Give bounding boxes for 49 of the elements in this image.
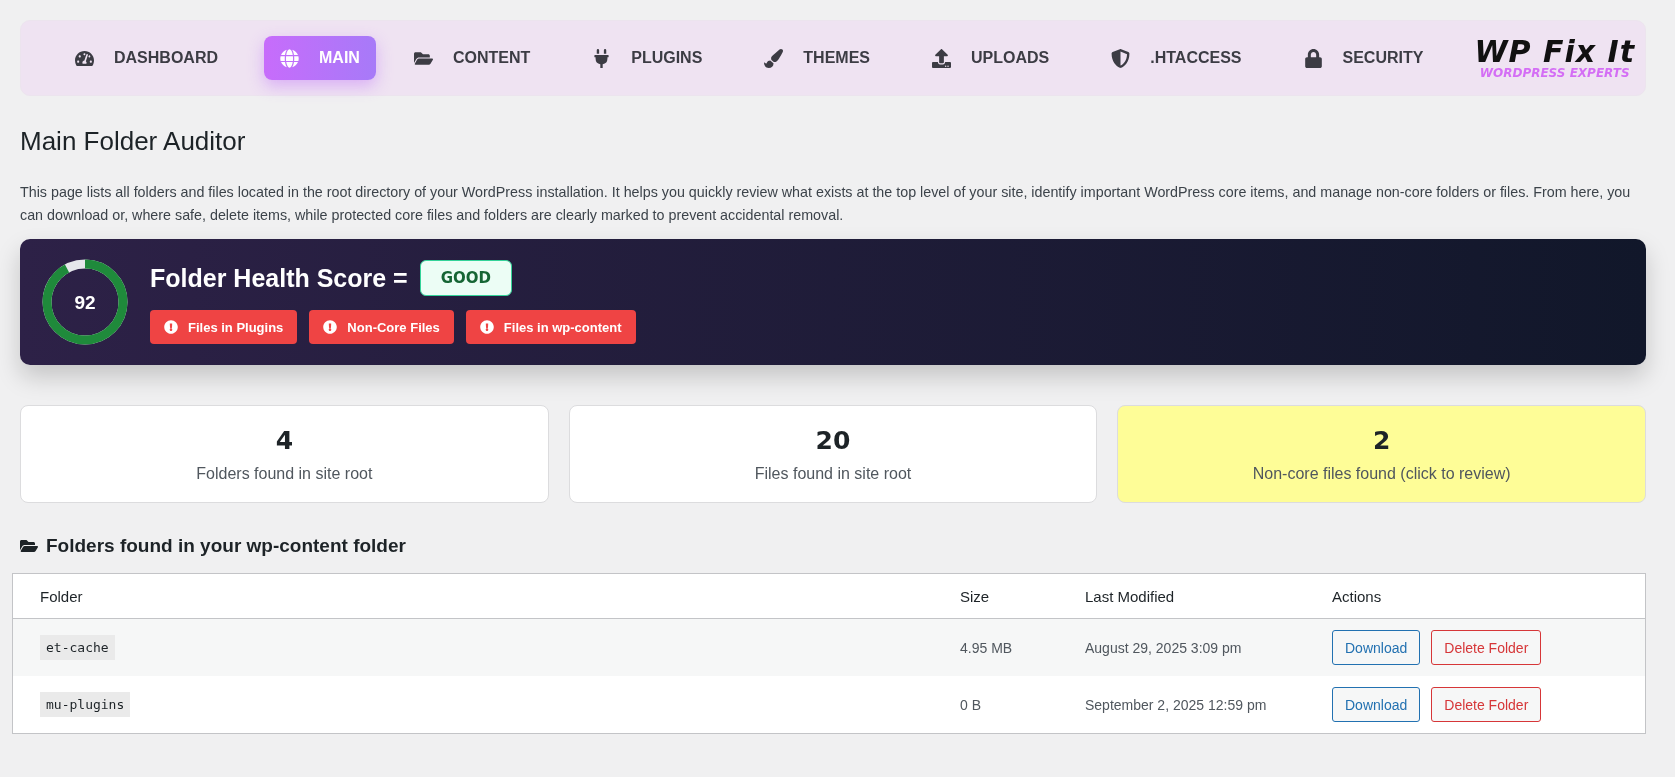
- globe-icon: [280, 48, 299, 68]
- plug-icon: [592, 48, 612, 68]
- delete-button[interactable]: Delete Folder: [1431, 687, 1542, 722]
- date-cell-text: September 2, 2025 12:59 pm: [1085, 696, 1268, 713]
- nav-tab[interactable]: SECURITY: [1287, 36, 1440, 80]
- size-cell-text: 0 B: [960, 696, 982, 713]
- stat-value: 20: [815, 425, 851, 455]
- nav-tab[interactable]: CONTENT: [397, 36, 547, 80]
- download-button[interactable]: Download: [1332, 687, 1421, 722]
- nav-tab[interactable]: UPLOADS: [916, 36, 1066, 80]
- upload-icon: [932, 48, 951, 68]
- alert-icon: [479, 320, 494, 334]
- section-heading: Folders found in your wp-content folder: [46, 535, 406, 557]
- stat-value: 4: [275, 425, 294, 455]
- nav-tab[interactable]: .HTACCESS: [1095, 36, 1258, 80]
- page-title: Main Folder Auditor: [20, 126, 247, 157]
- stat-value: 2: [1372, 425, 1391, 455]
- stat-label: Files found in site root: [754, 464, 912, 483]
- folder-name: mu-plugins: [40, 692, 131, 717]
- stat-label: Non-core files found (click to review): [1252, 464, 1511, 483]
- alert-icon: [164, 320, 178, 334]
- lock-icon: [1303, 48, 1323, 68]
- column-header: Actions: [1332, 587, 1383, 605]
- logo: WP Fix It WORDPRESS EXPERTS: [1474, 37, 1635, 79]
- warning-badge: Files in wp-content: [465, 310, 636, 344]
- page-description: This page lists all folders and files located in the root directory of your WordPress installation. It helps you quickly review what exists at the top level of your site, identify important WordPress core items, and manage non-core folders or files. From here, you can download or, where safe, delete items, while protected core files and folders are clearly marked to prevent accidental removal.: [20, 183, 1632, 225]
- warning-badge: Files in Plugins: [150, 310, 298, 344]
- brush-icon: [764, 48, 784, 68]
- folder-name: et-cache: [40, 635, 115, 660]
- health-title: Folder Health Score =: [150, 263, 408, 293]
- folder-icon: [20, 537, 38, 555]
- status-badge: GOOD: [419, 260, 512, 296]
- stat-label: Folders found in site root: [196, 464, 373, 483]
- delete-button[interactable]: Delete Folder: [1431, 630, 1542, 665]
- gauge-icon: [75, 48, 94, 68]
- stat-card[interactable]: 2 Non-core files found (click to review): [1117, 405, 1646, 503]
- shield-icon: [1111, 48, 1131, 68]
- nav-tab[interactable]: PLUGINS: [576, 36, 719, 80]
- download-button[interactable]: Download: [1332, 630, 1421, 665]
- nav-tab[interactable]: THEMES: [748, 36, 886, 80]
- column-header: Last Modified: [1085, 587, 1176, 605]
- warning-badge: Non-Core Files: [309, 310, 454, 344]
- nav-tab[interactable]: DASHBOARD: [59, 36, 234, 80]
- date-cell-text: August 29, 2025 3:09 pm: [1085, 639, 1243, 656]
- score-gauge: 92: [40, 257, 130, 347]
- alert-icon: [323, 320, 338, 334]
- size-cell-text: 4.95 MB: [960, 639, 1014, 656]
- column-header: Size: [960, 587, 991, 605]
- column-header: Folder: [40, 587, 84, 605]
